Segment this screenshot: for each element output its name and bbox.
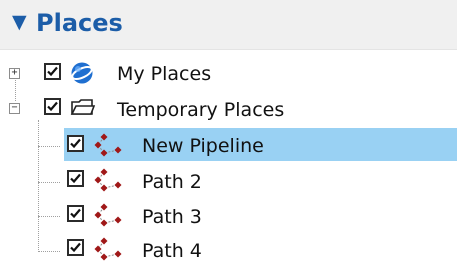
tree-item-label: My Places — [117, 63, 212, 85]
tree-item-label: Path 2 — [142, 171, 202, 193]
places-header[interactable]: ▼ Places — [0, 0, 457, 50]
tree-item-path-3[interactable]: Path 3 — [0, 199, 457, 233]
tree-item-label: Temporary Places — [117, 99, 285, 121]
collapse-icon[interactable]: − — [9, 103, 20, 114]
path-icon — [94, 168, 122, 192]
expand-icon[interactable]: + — [9, 68, 20, 79]
tree-item-my-places[interactable]: + My Places — [0, 58, 457, 92]
tree-item-new-pipeline[interactable]: New Pipeline — [0, 128, 457, 162]
checkbox-path-4[interactable] — [67, 239, 84, 256]
collapse-arrow-icon[interactable]: ▼ — [12, 13, 27, 32]
globe-icon — [71, 62, 93, 84]
tree-item-temporary-places[interactable]: − Temporary Places — [0, 93, 457, 127]
checkmark-icon — [47, 66, 58, 77]
checkbox-new-pipeline[interactable] — [67, 135, 84, 152]
panel-title: Places — [36, 9, 123, 37]
checkbox-temporary-places[interactable] — [44, 98, 61, 115]
checkmark-icon — [70, 173, 81, 184]
checkmark-icon — [70, 208, 81, 219]
tree-item-path-4[interactable]: Path 4 — [0, 233, 457, 264]
checkmark-icon — [47, 101, 58, 112]
tree-item-label: Path 3 — [142, 206, 202, 228]
tree-item-label: Path 4 — [142, 240, 202, 262]
tree-item-path-2[interactable]: Path 2 — [0, 164, 457, 198]
checkmark-icon — [70, 242, 81, 253]
tree-item-label: New Pipeline — [142, 135, 264, 157]
checkbox-path-2[interactable] — [67, 170, 84, 187]
path-icon — [94, 237, 122, 261]
path-icon — [94, 203, 122, 227]
folder-icon — [70, 99, 96, 115]
checkmark-icon — [70, 138, 81, 149]
checkbox-path-3[interactable] — [67, 205, 84, 222]
places-panel: ▼ Places + My Places − Temporary Places … — [0, 0, 457, 264]
path-icon — [94, 133, 122, 157]
checkbox-my-places[interactable] — [44, 63, 61, 80]
